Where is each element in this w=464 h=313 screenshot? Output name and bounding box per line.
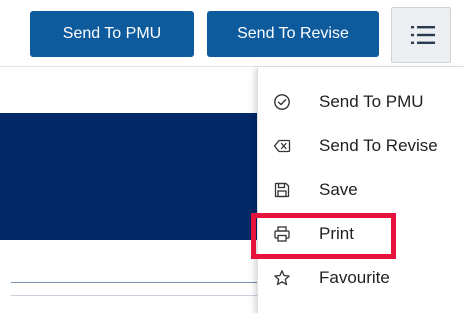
menu-item-print[interactable]: Print	[258, 214, 464, 254]
printer-icon	[274, 226, 290, 242]
menu-item-favourite[interactable]: Favourite	[258, 258, 464, 298]
floppy-disk-icon	[274, 182, 290, 198]
backspace-icon	[273, 139, 291, 153]
menu-item-label: Save	[319, 180, 358, 199]
check-circle-icon	[274, 94, 290, 110]
menu-item-label: Favourite	[319, 268, 390, 287]
star-icon	[274, 270, 290, 286]
menu-item-label: Send To PMU	[319, 92, 424, 111]
menu-item-label: Print	[319, 224, 354, 243]
hamburger-menu-icon	[411, 26, 435, 44]
menu-item-send-to-pmu[interactable]: Send To PMU	[258, 82, 464, 122]
actions-dropdown-menu: Send To PMU Send To Revise Save Print Fa…	[257, 67, 464, 313]
menu-item-send-to-revise[interactable]: Send To Revise	[258, 126, 464, 166]
menu-item-save[interactable]: Save	[258, 170, 464, 210]
more-actions-button[interactable]	[391, 7, 451, 63]
send-to-pmu-button[interactable]: Send To PMU	[30, 11, 194, 57]
send-to-revise-button[interactable]: Send To Revise	[207, 11, 379, 57]
menu-item-label: Send To Revise	[319, 136, 438, 155]
